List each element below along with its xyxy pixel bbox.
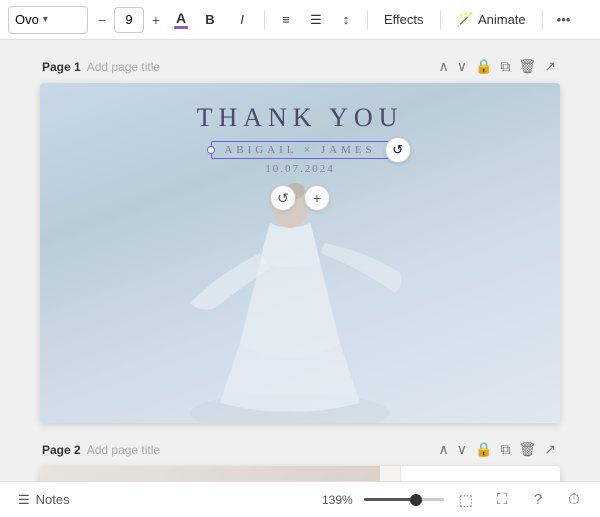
notes-button[interactable]: ☰ Notes <box>12 488 76 512</box>
page-1-up-button[interactable]: ∧ <box>437 56 451 77</box>
toolbar-separator-4 <box>542 10 543 30</box>
page-2-left-bg <box>40 466 380 481</box>
font-size-control: − + <box>92 7 166 33</box>
color-letter-icon: A <box>176 11 186 25</box>
more-icon: ••• <box>557 12 571 27</box>
wand-icon: 🪄 <box>457 11 474 28</box>
font-name: Ovo <box>15 12 39 27</box>
notes-label: Notes <box>36 492 70 507</box>
names-text-box[interactable]: ABIGAIL × JAMES ↺ <box>211 141 388 159</box>
page-2-wrapper: Page 2 Add page title ∧ ∨ 🔒 ⧉ 🗑 ↗ <box>40 439 560 481</box>
page-1-copy-button[interactable]: ⧉ <box>498 56 512 77</box>
page-1-external-button[interactable]: ↗ <box>542 56 558 77</box>
text-color-button[interactable]: A <box>170 9 192 31</box>
page-2-label-row: Page 2 Add page title ∧ ∨ 🔒 ⧉ 🗑 ↗ <box>40 439 560 460</box>
rotate-handle[interactable]: ↺ <box>385 137 411 163</box>
page-1-wrapper: Page 1 Add page title ∧ ∨ 🔒 ⧉ 🗑 ↗ <box>40 56 560 423</box>
floating-add-button[interactable]: + <box>304 185 330 211</box>
toolbar-separator-2 <box>367 10 368 30</box>
page-1-lock-button[interactable]: 🔒 <box>473 56 494 77</box>
page-2-actions: ∧ ∨ 🔒 ⧉ 🗑 ↗ <box>437 439 558 460</box>
help-button[interactable]: ? <box>524 486 552 514</box>
zoom-value: 139% <box>322 493 358 507</box>
date-text: 10.07.2024 <box>265 163 335 175</box>
page-2-copy-button[interactable]: ⧉ <box>498 439 512 460</box>
timer-button[interactable]: ⏱ <box>560 486 588 514</box>
more-options-button[interactable]: ••• <box>551 6 577 34</box>
font-selector[interactable]: Ovo ▾ <box>8 6 88 34</box>
canvas-area: Page 1 Add page title ∧ ∨ 🔒 ⧉ 🗑 ↗ <box>0 40 600 481</box>
effects-label: Effects <box>384 12 424 27</box>
zoom-area: 139% <box>322 493 444 507</box>
main-toolbar: Ovo ▾ − + A B I ≡ ☰ ↕ Effects 🪄 Animate … <box>0 0 600 40</box>
page-2-right-panel <box>400 466 560 481</box>
toolbar-separator-1 <box>264 10 265 30</box>
thank-you-heading: THANK YOU <box>197 103 404 133</box>
page-1-label-row: Page 1 Add page title ∧ ∨ 🔒 ⧉ 🗑 ↗ <box>40 56 560 77</box>
align-center-button[interactable]: ≡ <box>273 7 299 33</box>
color-bar <box>174 26 188 29</box>
floating-reset-button[interactable]: ↺ <box>270 185 296 211</box>
floating-toolbar: ↺ + <box>270 185 330 211</box>
page-1-canvas[interactable]: THANK YOU ABIGAIL × JAMES ↺ 10.07.2024 ↺… <box>40 83 560 423</box>
zoom-slider[interactable] <box>364 498 444 501</box>
font-selector-caret: ▾ <box>43 14 48 25</box>
page-1-add-title[interactable]: Add page title <box>87 60 160 74</box>
toolbar-separator-3 <box>440 10 441 30</box>
canvas-text-content: THANK YOU ABIGAIL × JAMES ↺ 10.07.2024 ↺… <box>40 83 560 211</box>
bold-button[interactable]: B <box>196 6 224 34</box>
line-spacing-button[interactable]: ↕ <box>333 7 359 33</box>
font-size-decrease-button[interactable]: − <box>92 10 112 30</box>
italic-button[interactable]: I <box>228 6 256 34</box>
page-2-canvas[interactable] <box>40 466 560 481</box>
page-2-delete-button[interactable]: 🗑 <box>516 439 538 460</box>
page-2-external-button[interactable]: ↗ <box>542 439 558 460</box>
font-size-increase-button[interactable]: + <box>146 10 166 30</box>
effects-button[interactable]: Effects <box>376 6 432 34</box>
page-2-down-button[interactable]: ∨ <box>455 439 469 460</box>
fullscreen-button[interactable]: ⛶ <box>488 486 516 514</box>
selection-outline: ABIGAIL × JAMES <box>211 141 388 159</box>
grid-view-button[interactable]: ⬚ <box>452 486 480 514</box>
page-1-down-button[interactable]: ∨ <box>455 56 469 77</box>
list-button[interactable]: ☰ <box>303 7 329 33</box>
page-1-actions: ∧ ∨ 🔒 ⧉ 🗑 ↗ <box>437 56 558 77</box>
page-2-label: Page 2 Add page title <box>42 443 160 457</box>
animate-label: Animate <box>478 12 526 27</box>
selection-handle-left[interactable] <box>207 146 215 154</box>
page-1-label: Page 1 Add page title <box>42 60 160 74</box>
page-2-up-button[interactable]: ∧ <box>437 439 451 460</box>
page-2-lock-button[interactable]: 🔒 <box>473 439 494 460</box>
page-2-add-title[interactable]: Add page title <box>87 443 160 457</box>
font-size-input[interactable] <box>114 7 144 33</box>
animate-button[interactable]: 🪄 Animate <box>449 6 534 34</box>
page-1-delete-button[interactable]: 🗑 <box>516 56 538 77</box>
notes-icon: ☰ <box>18 492 30 508</box>
bottom-bar: ☰ Notes 139% ⬚ ⛶ ? ⏱ <box>0 481 600 517</box>
names-text: ABIGAIL × JAMES <box>220 144 379 156</box>
